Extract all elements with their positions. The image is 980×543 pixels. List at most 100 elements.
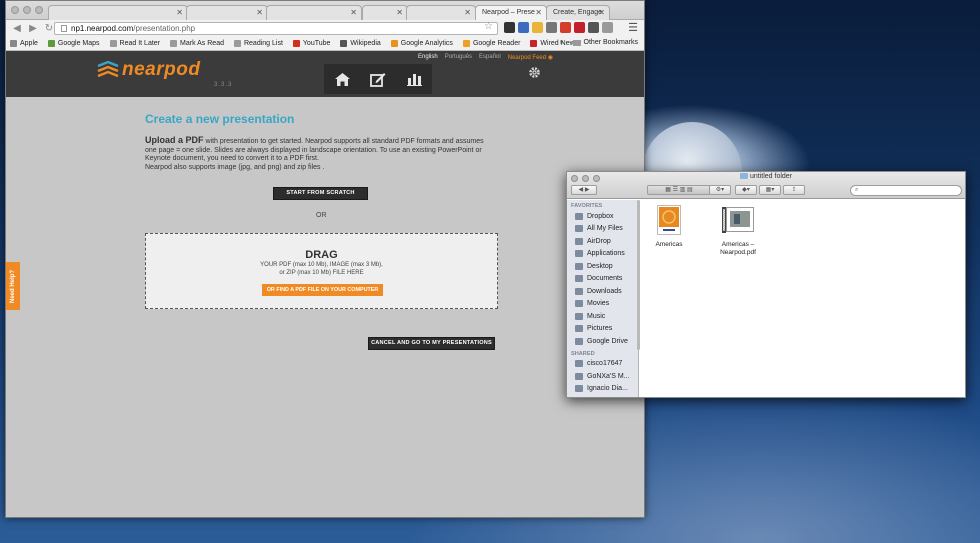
close-tab-icon[interactable]: ✕ (464, 8, 471, 17)
home-icon[interactable] (331, 68, 353, 90)
sidebar-item-applications[interactable]: Applications (567, 248, 638, 261)
close-tab-icon[interactable]: ✕ (176, 8, 183, 17)
bookmark-google-analytics[interactable]: Google Analytics (390, 40, 453, 47)
finder-sidebar: FAVORITES Dropbox All My Files AirDrop A… (567, 200, 639, 397)
extension-icon[interactable] (518, 22, 529, 33)
back-icon[interactable]: ◀ (579, 187, 584, 193)
minimize-window-button[interactable] (23, 6, 31, 14)
back-forward-buttons[interactable]: ◀ ▶ (571, 185, 597, 195)
coverflow-view-icon[interactable]: ▤ (687, 187, 693, 193)
sidebar-item-dropbox[interactable]: Dropbox (567, 210, 638, 223)
bookmark-mark-as-read[interactable]: Mark As Read (170, 40, 224, 47)
bookmark-read-it-later[interactable]: Read It Later (109, 40, 160, 47)
tab-1[interactable]: ✕ (48, 5, 188, 20)
more-bookmarks-chevron[interactable]: » (560, 39, 564, 46)
close-tab-icon[interactable]: ✕ (396, 8, 403, 17)
sidebar-item-airdrop[interactable]: AirDrop (567, 235, 638, 248)
nearpod-feed-link[interactable]: Nearpod Feed ◉ (508, 54, 553, 61)
bookmark-apple[interactable]: Apple (10, 40, 38, 47)
zoom-window-button[interactable] (35, 6, 43, 14)
tab-3[interactable]: ✕ (266, 5, 362, 20)
cancel-button[interactable]: CANCEL AND GO TO MY PRESENTATIONS (368, 337, 495, 350)
tab-2[interactable]: ✕ (186, 5, 268, 20)
view-mode-buttons[interactable]: ▦ ☰ ▥ ▤ (647, 185, 711, 195)
forward-icon[interactable]: ▶ (585, 187, 590, 193)
close-tab-icon[interactable]: ✕ (535, 8, 542, 17)
bookmark-label: Google Analytics (400, 40, 453, 47)
forward-icon[interactable]: ▶ (28, 23, 38, 34)
list-view-icon[interactable]: ☰ (673, 187, 678, 193)
sidebar-item-shared-computer[interactable]: Ignacio Dia... (567, 383, 638, 396)
other-bookmarks[interactable]: » Other Bookmarks (560, 39, 638, 46)
gear-icon[interactable] (528, 66, 541, 84)
sidebar-item-shared-computer[interactable]: cisco17647 (567, 358, 638, 371)
main-content: Create a new presentation Upload a PDF w… (6, 97, 644, 517)
tab-5[interactable]: ✕ (406, 5, 476, 20)
finder-toolbar: untitled folder ◀ ▶ ▦ ☰ ▥ ▤ ⚙▾ ◆▾ ▦▾ ⇪ ⌕ (567, 172, 965, 199)
arrange-menu-button[interactable]: ▦▾ (759, 185, 781, 195)
reports-icon[interactable] (403, 68, 425, 90)
bookmark-label: YouTube (302, 40, 331, 47)
finder-window: untitled folder ◀ ▶ ▦ ☰ ▥ ▤ ⚙▾ ◆▾ ▦▾ ⇪ ⌕… (566, 171, 966, 398)
tab-nearpod[interactable]: Nearpod – Prese ✕ (475, 5, 547, 20)
bookmark-google-maps[interactable]: Google Maps (47, 40, 100, 47)
extension-icon[interactable] (602, 22, 613, 33)
gmail-extension-icon[interactable] (560, 22, 571, 33)
bookmark-star-icon[interactable]: ☆ (484, 21, 493, 32)
find-pdf-button[interactable]: OR FIND A PDF FILE ON YOUR COMPUTER (262, 284, 383, 296)
extension-icon[interactable] (532, 22, 543, 33)
column-view-icon[interactable]: ▥ (680, 187, 686, 193)
close-window-button[interactable] (11, 6, 19, 14)
extension-icon[interactable] (588, 22, 599, 33)
sidebar-item-shared-computer[interactable]: GoNXa'S M... (567, 370, 638, 383)
icon-view-icon[interactable]: ▦ (665, 187, 671, 193)
action-menu-button[interactable]: ⚙▾ (709, 185, 731, 195)
finder-search-field[interactable]: ⌕ (850, 185, 962, 196)
sidebar-item-music[interactable]: Music (567, 310, 638, 323)
language-portuguese[interactable]: Português (445, 54, 472, 61)
share-button[interactable]: ⇪ (783, 185, 805, 195)
file-drop-zone[interactable]: DRAG YOUR PDF (max 10 Mb), IMAGE (max 3 … (145, 233, 498, 309)
edit-icon[interactable] (367, 68, 389, 90)
amazon-extension-icon[interactable] (504, 22, 515, 33)
file-item[interactable]: Americas (639, 205, 699, 249)
sidebar-item-downloads[interactable]: Downloads (567, 285, 638, 298)
file-item[interactable]: Americas – Nearpod.pdf (708, 205, 768, 257)
sidebar-item-all-my-files[interactable]: All My Files (567, 223, 638, 236)
sidebar-item-pictures[interactable]: Pictures (567, 323, 638, 336)
sidebar-item-label: Google Drive (587, 337, 628, 345)
browser-menu-icon[interactable]: ☰ (628, 21, 638, 34)
need-help-tab[interactable]: Need Help? (6, 262, 20, 310)
close-tab-icon[interactable]: ✕ (350, 8, 357, 17)
pdf-file-icon (722, 207, 754, 233)
reload-icon[interactable]: ↻ (44, 23, 54, 34)
start-from-scratch-button[interactable]: START FROM SCRATCH (273, 187, 368, 200)
pocket-extension-icon[interactable] (546, 22, 557, 33)
bookmarks-bar: Apple Google Maps Read It Later Mark As … (6, 37, 644, 51)
close-tab-icon[interactable]: ✕ (256, 8, 263, 17)
close-tab-icon[interactable]: ✕ (598, 8, 605, 17)
nearpod-logo[interactable]: nearpod (96, 59, 200, 81)
bookmark-google-reader[interactable]: Google Reader (462, 40, 520, 47)
sidebar-item-desktop[interactable]: Desktop (567, 260, 638, 273)
sidebar-item-movies[interactable]: Movies (567, 298, 638, 311)
bookmark-youtube[interactable]: YouTube (292, 40, 331, 47)
file-name-line2: Nearpod.pdf (720, 249, 756, 256)
sidebar-item-google-drive[interactable]: Google Drive (567, 335, 638, 348)
address-bar[interactable]: np1.nearpod.com/presentation.php (54, 22, 498, 35)
sidebar-item-documents[interactable]: Documents (567, 273, 638, 286)
dropbox-menu-button[interactable]: ◆▾ (735, 185, 757, 195)
back-icon[interactable]: ◀ (12, 23, 22, 34)
language-spanish[interactable]: Español (479, 54, 501, 61)
bookmark-reading-list[interactable]: Reading List (233, 40, 283, 47)
maps-icon (47, 40, 55, 47)
tab-create-engage[interactable]: Create, Engage ✕ (546, 5, 610, 20)
extension-icon[interactable] (574, 22, 585, 33)
folder-icon (739, 173, 748, 180)
or-separator: OR (316, 212, 327, 219)
arrange-icon: ▦▾ (765, 187, 775, 193)
tab-4[interactable]: ✕ (362, 5, 408, 20)
language-english[interactable]: English (418, 54, 438, 61)
page-title: Create a new presentation (145, 112, 295, 126)
bookmark-wikipedia[interactable]: Wikipedia (340, 40, 381, 47)
